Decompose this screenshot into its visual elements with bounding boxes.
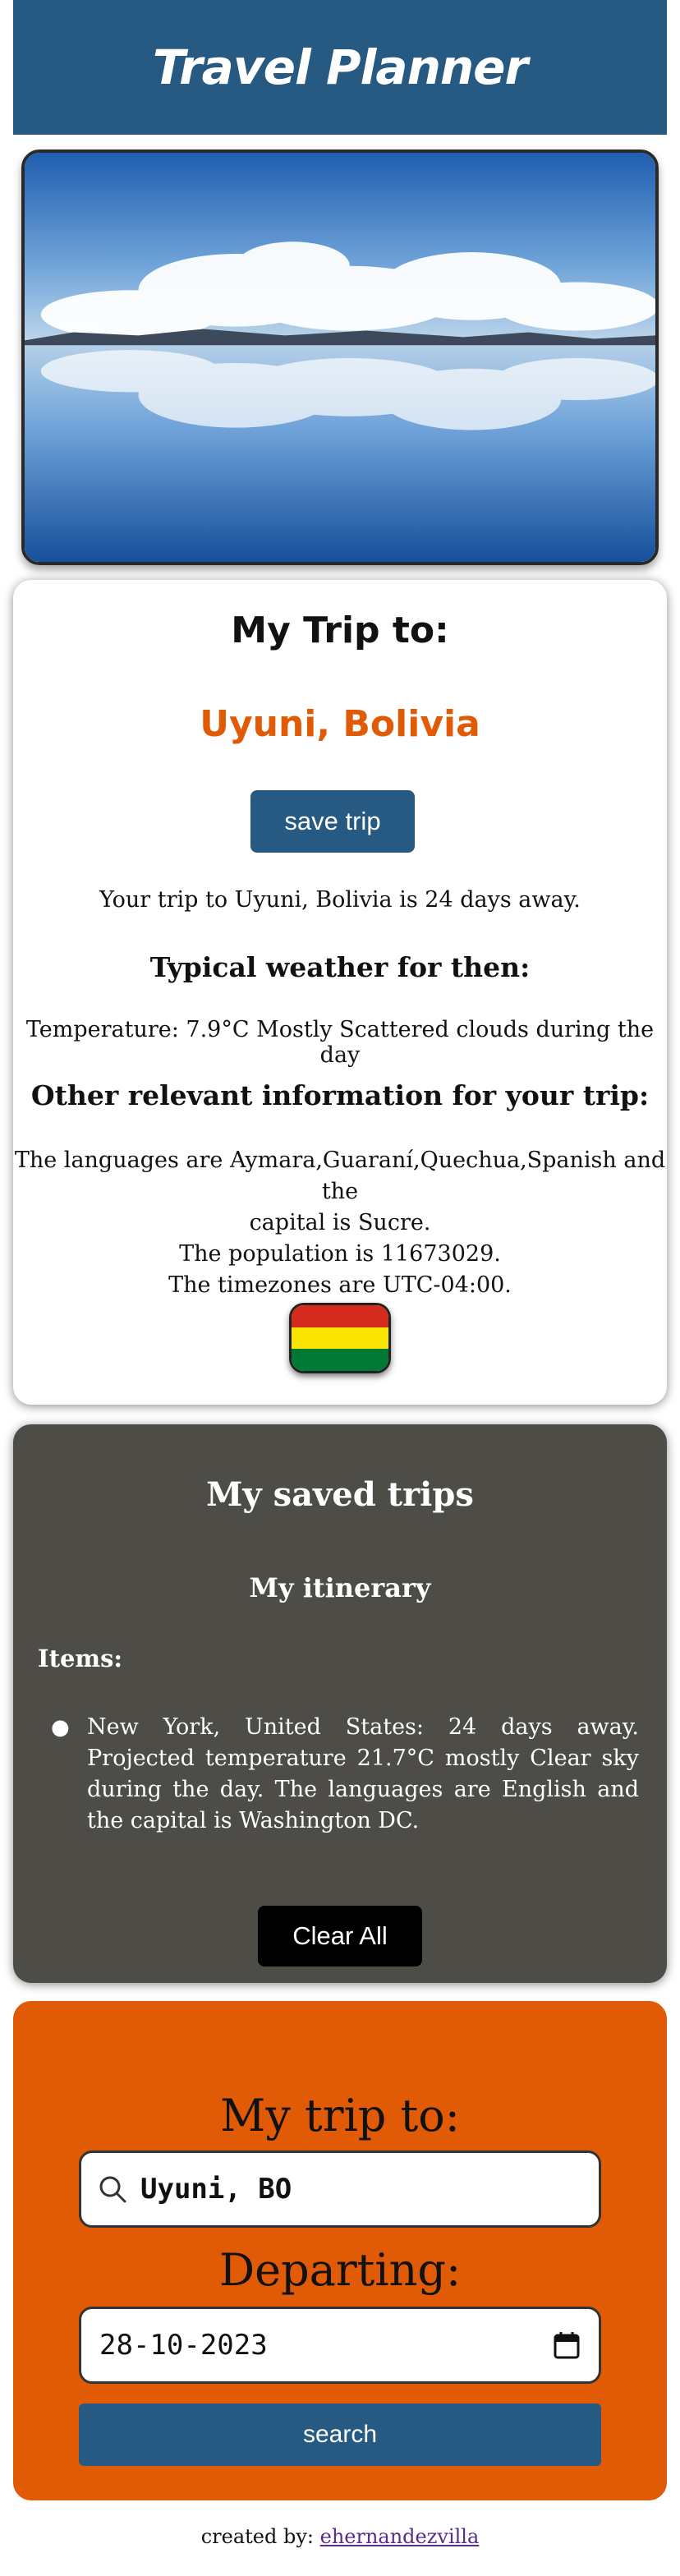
- population-line: The population is 11673029.: [179, 1241, 501, 1267]
- weather-heading: Typical weather for then:: [149, 951, 531, 983]
- timezone-line: The timezones are UTC-04:00.: [168, 1272, 512, 1298]
- search-button[interactable]: search: [79, 2404, 601, 2466]
- itinerary-heading: My itinerary: [249, 1572, 431, 1603]
- footer: created by: ehernandezvilla: [0, 2525, 680, 2548]
- items-label: Items:: [38, 1644, 123, 1672]
- clear-all-button[interactable]: Clear All: [258, 1906, 422, 1966]
- list-bullet: ●: [51, 1715, 70, 1740]
- other-info-text: The languages are Aymara,Guaraní,Quechua…: [13, 1145, 667, 1301]
- flag-stripe-green: [292, 1349, 388, 1371]
- flag-stripe-red: [292, 1305, 388, 1327]
- saved-trips-card: My saved trips My itinerary Items: ● New…: [13, 1424, 667, 1983]
- destination-photo: [21, 150, 659, 565]
- departing-date-value: 28-10-2023: [99, 2329, 268, 2362]
- languages-line: The languages are Aymara,Guaraní,Quechua…: [14, 1148, 666, 1204]
- author-link[interactable]: ehernandezvilla: [320, 2525, 480, 2548]
- trip-details-card: My Trip to: Uyuni, Bolivia save trip You…: [13, 580, 667, 1405]
- calendar-icon[interactable]: [553, 2330, 581, 2360]
- weather-text: Temperature: 7.9°C Mostly Scattered clou…: [25, 1017, 655, 1068]
- list-item: New York, United States: 24 days away. P…: [87, 1714, 639, 1833]
- save-trip-button[interactable]: save trip: [250, 790, 415, 853]
- search-icon: [99, 2176, 126, 2203]
- days-away-text: Your trip to Uyuni, Bolivia is 24 days a…: [99, 887, 581, 913]
- capital-line: capital is Sucre.: [249, 1210, 431, 1235]
- departing-label: Departing:: [218, 2244, 462, 2296]
- trip-search-form: My trip to: Uyuni, BO Departing: 28-10-2…: [13, 2001, 667, 2500]
- destination-label: My trip to:: [220, 2090, 460, 2141]
- departing-date-input[interactable]: 28-10-2023: [79, 2307, 601, 2384]
- trip-destination: Uyuni, Bolivia: [200, 703, 480, 745]
- trip-heading: My Trip to:: [231, 610, 449, 651]
- app-header: Travel Planner: [13, 0, 667, 135]
- app-title: Travel Planner: [152, 39, 528, 95]
- saved-trips-heading: My saved trips: [206, 1475, 474, 1514]
- other-info-heading: Other relevant information for your trip…: [30, 1079, 650, 1111]
- footer-prefix: created by:: [200, 2525, 314, 2548]
- destination-value: Uyuni, BO: [140, 2173, 292, 2206]
- flag-stripe-yellow: [292, 1327, 388, 1350]
- country-flag: [289, 1303, 391, 1373]
- destination-input[interactable]: Uyuni, BO: [79, 2150, 601, 2228]
